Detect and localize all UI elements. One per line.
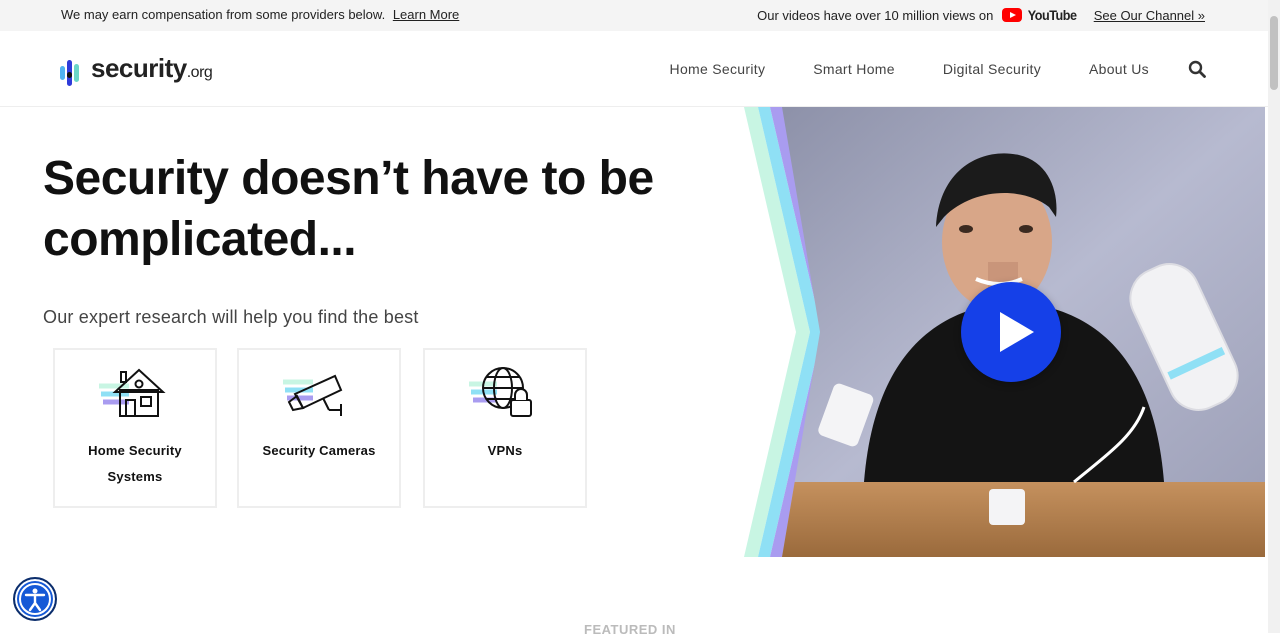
- card-label: Security Cameras: [262, 443, 376, 458]
- accessibility-icon: [19, 583, 51, 615]
- logo-bars-icon: [60, 58, 88, 88]
- house-icon: [99, 368, 166, 417]
- views-text: Our videos have over 10 million views on: [757, 7, 994, 23]
- featured-in-heading: FEATURED IN: [584, 622, 676, 637]
- disclosure-text-group: We may earn compensation from some provi…: [61, 7, 459, 22]
- card-label: VPNs: [487, 443, 523, 458]
- security-camera-icon: [283, 374, 343, 416]
- disclosure-text: We may earn compensation from some provi…: [61, 7, 386, 22]
- hero-title: Security doesn’t have to be complicated.…: [43, 152, 654, 266]
- disclosure-bar: We may earn compensation from some provi…: [0, 0, 1268, 31]
- logo-wordmark: security.org: [91, 53, 213, 83]
- youtube-wordmark: YouTube: [1028, 7, 1077, 23]
- scrollbar-thumb[interactable]: [1270, 16, 1278, 90]
- search-icon[interactable]: [1188, 60, 1206, 78]
- page-scrollbar[interactable]: [1268, 0, 1280, 633]
- nav-home-security[interactable]: Home Security: [670, 61, 766, 77]
- site-header: security.org Home Security Smart Home Di…: [0, 31, 1268, 107]
- video-play-button[interactable]: [961, 282, 1061, 382]
- nav-about-us[interactable]: About Us: [1089, 61, 1149, 77]
- nav-digital-security[interactable]: Digital Security: [943, 61, 1041, 77]
- card-security-cameras[interactable]: Security Cameras: [237, 348, 401, 508]
- youtube-promo: Our videos have over 10 million views on…: [757, 7, 1205, 23]
- hero-subtitle: Our expert research will help you find t…: [43, 307, 419, 327]
- site-logo[interactable]: security.org: [60, 53, 213, 88]
- card-home-security-systems[interactable]: Home Security Systems: [53, 348, 217, 508]
- globe-lock-icon: [469, 367, 532, 417]
- see-channel-link[interactable]: See Our Channel »: [1094, 8, 1205, 23]
- nav-smart-home[interactable]: Smart Home: [813, 61, 895, 77]
- main-nav: Home Security Smart Home Digital Securit…: [670, 60, 1206, 78]
- accessibility-button[interactable]: [13, 577, 57, 621]
- youtube-play-icon: [1002, 8, 1023, 22]
- youtube-logo: YouTube: [1002, 7, 1079, 23]
- learn-more-link[interactable]: Learn More: [393, 7, 459, 22]
- card-vpns[interactable]: VPNs: [423, 348, 587, 508]
- card-label: Home Security Systems: [88, 443, 182, 484]
